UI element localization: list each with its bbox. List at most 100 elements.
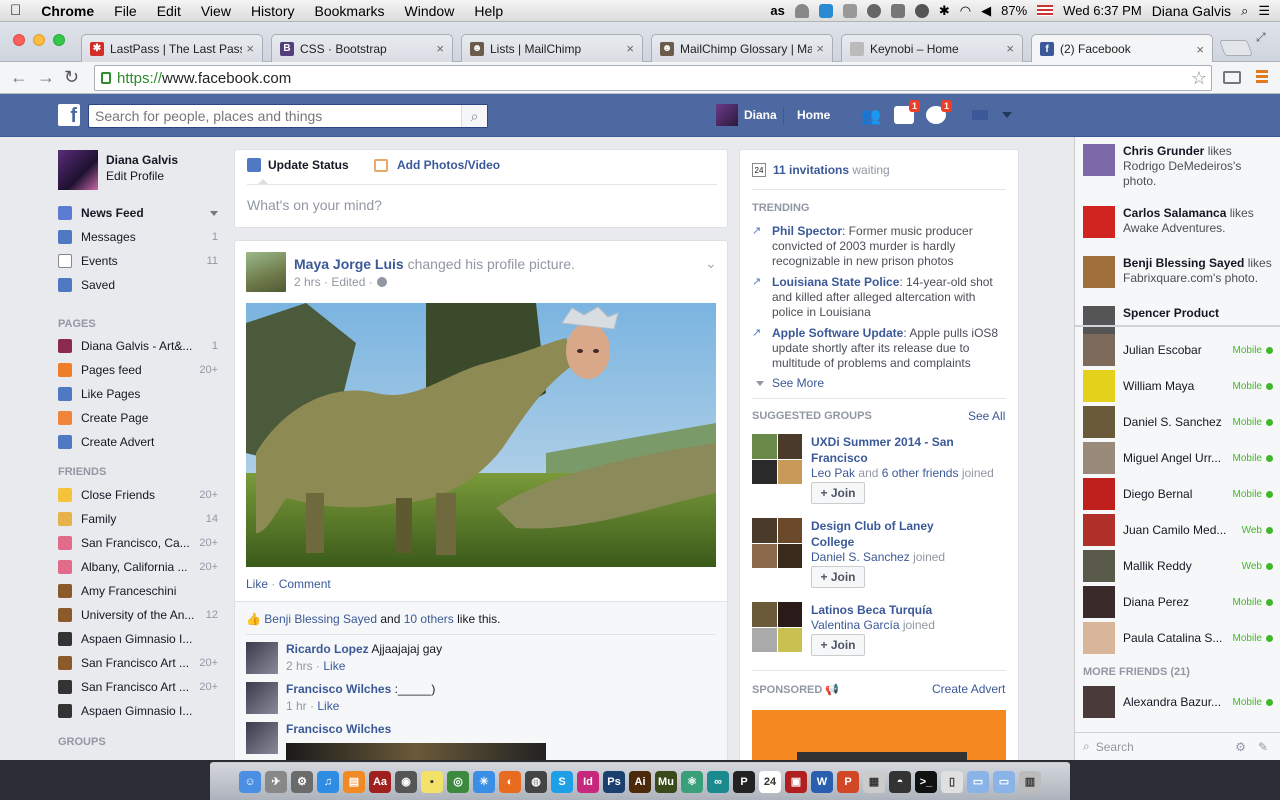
arduino-icon[interactable]: ∞ <box>707 770 729 793</box>
friend-requests-icon[interactable]: 👥 <box>861 106 881 125</box>
left-nav-item[interactable]: Messages 1 <box>58 227 218 247</box>
lastfm-icon[interactable]: as <box>770 3 784 18</box>
dropbox-icon[interactable] <box>818 3 833 18</box>
invitations-link[interactable]: 11 invitations <box>773 163 849 177</box>
facebook-logo-icon[interactable]: f <box>58 104 80 126</box>
user-name-link[interactable]: Diana Galvis <box>106 153 178 167</box>
browser-tab[interactable]: f (2) Facebook × <box>1031 34 1213 63</box>
privacy-shortcuts-icon[interactable] <box>972 110 988 120</box>
address-bar[interactable]: https:// www.facebook.com ☆ <box>94 65 1212 91</box>
chat-compose-icon[interactable]: ✎ <box>1258 740 1268 754</box>
chat-contact[interactable]: William Maya Mobile <box>1083 370 1273 402</box>
see-all-link[interactable]: See All <box>968 409 1005 423</box>
group-friend-link[interactable]: Daniel S. Sanchez <box>811 550 910 564</box>
group-photo-mosaic[interactable] <box>752 602 802 652</box>
ticker-story[interactable]: Benji Blessing Sayed likes Fabrixquare.c… <box>1083 256 1275 288</box>
browser-tab[interactable]: Keynobi – Home × <box>841 34 1023 62</box>
ticker-story[interactable]: Chris Grunder likes Rodrigo DeMedeiros's… <box>1083 144 1275 189</box>
alert-icon[interactable] <box>866 3 881 18</box>
left-nav-item[interactable]: San Francisco Art ... 20+ <box>58 653 218 673</box>
search-icon[interactable]: ⌕ <box>461 105 487 127</box>
bookmark-star-icon[interactable]: ☆ <box>1191 68 1207 89</box>
tab-close-icon[interactable]: × <box>1196 42 1204 57</box>
terminal-icon[interactable]: >_ <box>915 770 937 793</box>
group-name-link[interactable]: UXDi Summer 2014 - San Francisco <box>811 434 971 466</box>
trending-topic-link[interactable]: Louisiana State Police <box>772 275 899 289</box>
left-nav-item[interactable]: Diana Galvis - Art&... 1 <box>58 336 218 356</box>
left-nav-item[interactable]: Amy Franceschini <box>58 581 218 601</box>
time-machine-icon[interactable] <box>914 3 929 18</box>
reload-button[interactable]: ↻ <box>64 67 79 88</box>
profile-avatar[interactable] <box>716 104 738 126</box>
trending-item[interactable]: ↗ Apple Software Update: Apple pulls iOS8… <box>752 326 1002 371</box>
minimize-window-button[interactable] <box>33 34 45 46</box>
bluetooth-icon[interactable]: ✱ <box>939 3 950 19</box>
comment-time[interactable]: 1 hr · <box>286 699 314 713</box>
atom-icon[interactable]: ⚛ <box>681 770 703 793</box>
tab-close-icon[interactable]: × <box>816 41 824 56</box>
word-icon[interactable]: W <box>811 770 833 793</box>
spotlight-search-icon[interactable]: ⌕ <box>1241 3 1248 19</box>
chat-contact[interactable]: Daniel S. Sanchez Mobile <box>1083 406 1273 438</box>
menu-history[interactable]: History <box>241 3 305 19</box>
group-friend-link[interactable]: Leo Pak <box>811 466 855 480</box>
fullscreen-icon[interactable]: ⤢ <box>1256 30 1266 45</box>
notification-center-icon[interactable]: ☰ <box>1258 3 1270 19</box>
flag-icon[interactable] <box>1037 5 1054 16</box>
left-nav-item[interactable]: Create Page <box>58 408 218 428</box>
messages-icon[interactable]: 1 <box>894 100 920 124</box>
close-window-button[interactable] <box>13 34 25 46</box>
liker-link[interactable]: Benji Blessing Sayed <box>264 612 377 626</box>
comment-time[interactable]: 2 hrs · <box>286 659 320 673</box>
photoshop-icon[interactable]: Ps <box>603 770 625 793</box>
left-nav-item[interactable]: News Feed <box>58 203 218 223</box>
firefox-icon[interactable]: ◐ <box>499 770 521 793</box>
left-nav-item[interactable]: Like Pages <box>58 384 218 404</box>
menu-help[interactable]: Help <box>464 3 513 19</box>
muse-icon[interactable]: Mu <box>655 770 677 793</box>
illustrator-icon[interactable]: Ai <box>629 770 651 793</box>
left-nav-item[interactable]: Family 14 <box>58 509 218 529</box>
comment-author-link[interactable]: Francisco Wilches <box>286 682 391 696</box>
dictionary-icon[interactable]: Aa <box>369 770 391 793</box>
file-sync-icon[interactable] <box>842 3 857 18</box>
ibooks-icon[interactable]: ▤ <box>343 770 365 793</box>
skype-icon[interactable]: S <box>551 770 573 793</box>
left-nav-item[interactable]: San Francisco Art ... 20+ <box>58 677 218 697</box>
menu-bookmarks[interactable]: Bookmarks <box>305 3 395 19</box>
github-icon[interactable]: ◓ <box>889 770 911 793</box>
left-nav-item[interactable]: Events 11 <box>58 251 218 271</box>
chat-settings-icon[interactable]: ⚙ <box>1235 740 1246 754</box>
volume-icon[interactable]: ◀ <box>981 3 991 19</box>
left-nav-item[interactable]: University of the An... 12 <box>58 605 218 625</box>
left-nav-item[interactable]: Pages feed 20+ <box>58 360 218 380</box>
tab-close-icon[interactable]: × <box>436 41 444 56</box>
chrome-menu-icon[interactable] <box>1256 70 1268 84</box>
like-link[interactable]: Like <box>246 577 268 591</box>
zoom-window-button[interactable] <box>53 34 65 46</box>
sponsored-ad-image[interactable] <box>752 710 1006 761</box>
menu-file[interactable]: File <box>104 3 147 19</box>
post-photo[interactable] <box>246 303 716 567</box>
folder-icon[interactable]: ▭ <box>967 770 989 793</box>
menu-app-name[interactable]: Chrome <box>31 3 104 19</box>
group-others-link[interactable]: 6 other friends <box>882 466 959 480</box>
globe-audience-icon[interactable] <box>376 277 387 287</box>
notifications-globe-icon[interactable]: 1 <box>926 100 952 124</box>
trash-icon[interactable]: ▥ <box>1019 770 1041 793</box>
status-input[interactable]: What's on your mind? <box>247 197 382 213</box>
post-author-link[interactable]: Maya Jorge Luis <box>294 256 404 272</box>
profile-link[interactable]: Diana <box>744 108 777 122</box>
left-nav-item[interactable]: Create Advert <box>58 432 218 452</box>
post-options-chevron-icon[interactable]: ⌄ <box>705 255 717 272</box>
edit-profile-link[interactable]: Edit Profile <box>106 169 164 183</box>
add-photos-tab[interactable]: Add Photos/Video <box>374 158 500 172</box>
menu-edit[interactable]: Edit <box>147 3 191 19</box>
account-menu-chevron-icon[interactable] <box>1002 112 1012 118</box>
news-feed-options-icon[interactable] <box>210 210 218 216</box>
comment-link[interactable]: Comment <box>279 577 331 591</box>
ticker-story[interactable]: Carlos Salamanca likes Awake Adventures. <box>1083 206 1275 238</box>
chat-contact[interactable]: Julian Escobar Mobile <box>1083 334 1273 366</box>
user-name[interactable]: Diana Galvis <box>1152 3 1231 19</box>
cast-icon[interactable] <box>1223 71 1241 84</box>
